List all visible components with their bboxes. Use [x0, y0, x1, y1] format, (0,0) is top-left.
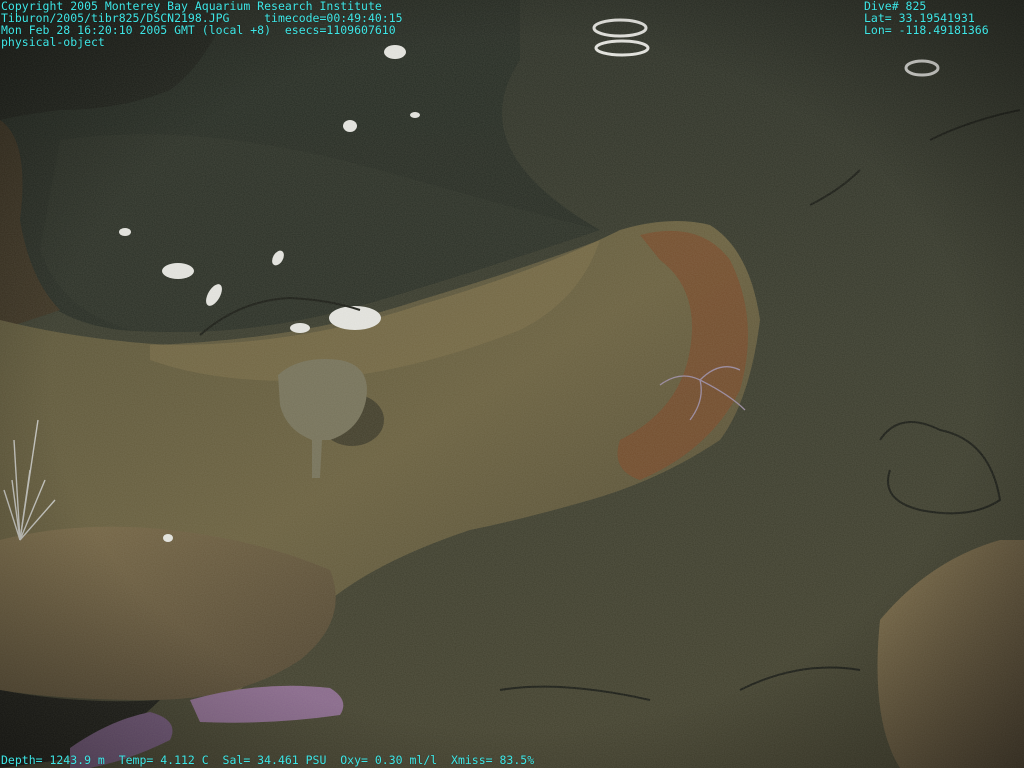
- seafloor-image-frame: Copyright 2005 Monterey Bay Aquarium Res…: [0, 0, 1024, 768]
- overlay-annotation-label: physical-object: [1, 35, 105, 49]
- vignette-overlay: [0, 0, 1024, 768]
- overlay-longitude: Lon= -118.49181366: [864, 23, 989, 37]
- seafloor-scene: [0, 0, 1024, 768]
- overlay-sensor-readout: Depth= 1243.9 m Temp= 4.112 C Sal= 34.46…: [1, 753, 535, 767]
